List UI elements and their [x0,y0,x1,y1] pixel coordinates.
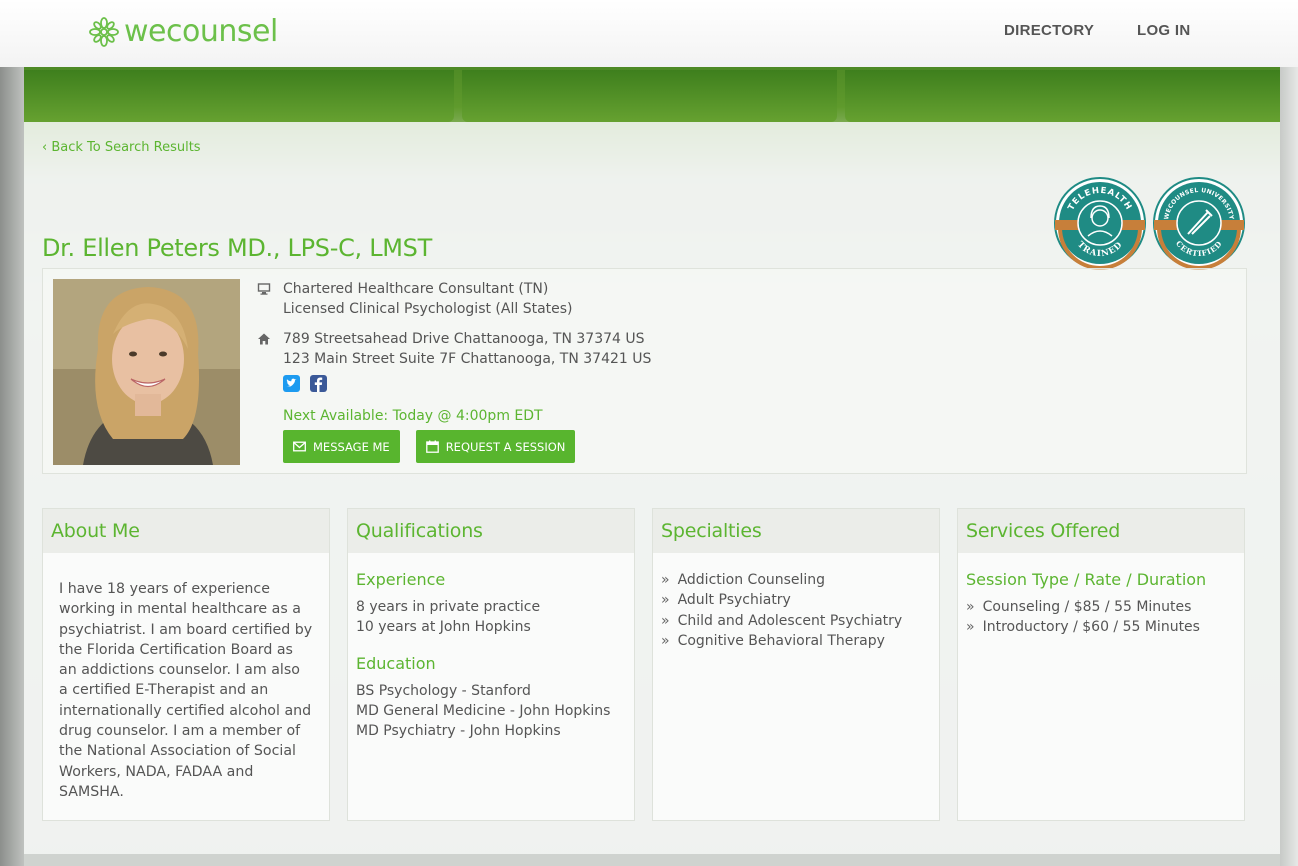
monitor-icon [257,283,271,295]
background-cushion [462,70,837,122]
education-item: MD General Medicine - John Hopkins [356,702,611,719]
experience-item: 8 years in private practice [356,599,541,615]
hero-edge-left [0,67,24,866]
background-cushion [14,70,454,122]
specialty-item: Child and Adolescent Psychiatry [661,611,931,631]
hero-edge-right [1280,67,1298,866]
calendar-icon [425,440,439,453]
services-offered-panel: Services Offered Session Type / Rate / D… [957,508,1245,821]
session-type-heading: Session Type / Rate / Duration [966,570,1207,589]
nav-login[interactable]: LOG IN [1137,22,1190,39]
specialties-panel: Specialties Addiction Counseling Adult P… [652,508,940,821]
education-heading: Education [356,653,436,673]
qualifications-panel: Qualifications Experience 8 years in pri… [347,508,635,821]
twitter-icon[interactable] [283,375,300,392]
experience-item: 10 years at John Hopkins [356,619,531,636]
logo-text: wecounsel [124,14,278,49]
request-session-button[interactable]: REQUEST A SESSION [415,430,576,463]
provider-info: Chartered Healthcare Consultant (TN) Lic… [257,279,957,463]
address-line: 123 Main Street Suite 7F Chattanooga, TN… [283,351,652,367]
background-cushion [845,70,1290,122]
message-me-button[interactable]: MESSAGE ME [283,430,400,463]
about-me-text: I have 18 years of experience working in… [59,581,313,800]
social-links [283,375,957,392]
specialties-title: Specialties [653,509,939,553]
service-item: Counseling / $85 / 55 Minutes [966,597,1236,617]
university-certified-badge: WECOUNSEL UNIVERSITY CERTIFIED [1153,177,1245,270]
education-item: BS Psychology - Stanford [356,682,531,699]
experience-heading: Experience [356,570,446,589]
address-line: 789 Streetsahead Drive Chattanooga, TN 3… [283,331,645,347]
telehealth-trained-badge: TELEHEALTH TRAINED [1054,177,1146,270]
specialty-item: Cognitive Behavioral Therapy [661,631,931,651]
qualifications-title: Qualifications [348,509,634,553]
credential-line: Licensed Clinical Psychologist (All Stat… [283,301,573,317]
envelope-icon [293,441,306,452]
credential-line: Chartered Healthcare Consultant (TN) [283,281,549,297]
specialty-item: Adult Psychiatry [661,590,931,610]
provider-photo [53,279,240,465]
address-row: 789 Streetsahead Drive Chattanooga, TN 3… [257,329,957,369]
about-me-title: About Me [43,509,329,553]
request-session-label: REQUEST A SESSION [445,439,566,454]
profile-summary: Chartered Healthcare Consultant (TN) Lic… [42,268,1247,474]
provider-name: Dr. Ellen Peters MD., LPS-C, LMST [42,234,432,262]
provider-profile-card: ‹ Back To Search Results TELEHEALTH TRAI… [24,122,1280,854]
service-item: Introductory / $60 / 55 Minutes [966,617,1236,637]
education-item: MD Psychiatry - John Hopkins [356,723,561,740]
next-available: Next Available: Today @ 4:00pm EDT [283,408,543,424]
top-navbar: wecounsel DIRECTORY LOG IN [0,0,1298,68]
logo-flower-icon [89,17,119,47]
nav-directory[interactable]: DIRECTORY [1004,22,1094,39]
specialty-item: Addiction Counseling [661,570,931,590]
wecounsel-logo[interactable]: wecounsel [88,14,278,50]
home-icon [258,333,270,345]
facebook-icon[interactable] [310,375,327,392]
about-me-panel: About Me I have 18 years of experience w… [42,508,330,821]
services-title: Services Offered [958,509,1244,553]
back-to-search-link[interactable]: ‹ Back To Search Results [42,140,201,155]
credentials-row: Chartered Healthcare Consultant (TN) Lic… [257,279,957,319]
message-me-label: MESSAGE ME [313,439,390,454]
